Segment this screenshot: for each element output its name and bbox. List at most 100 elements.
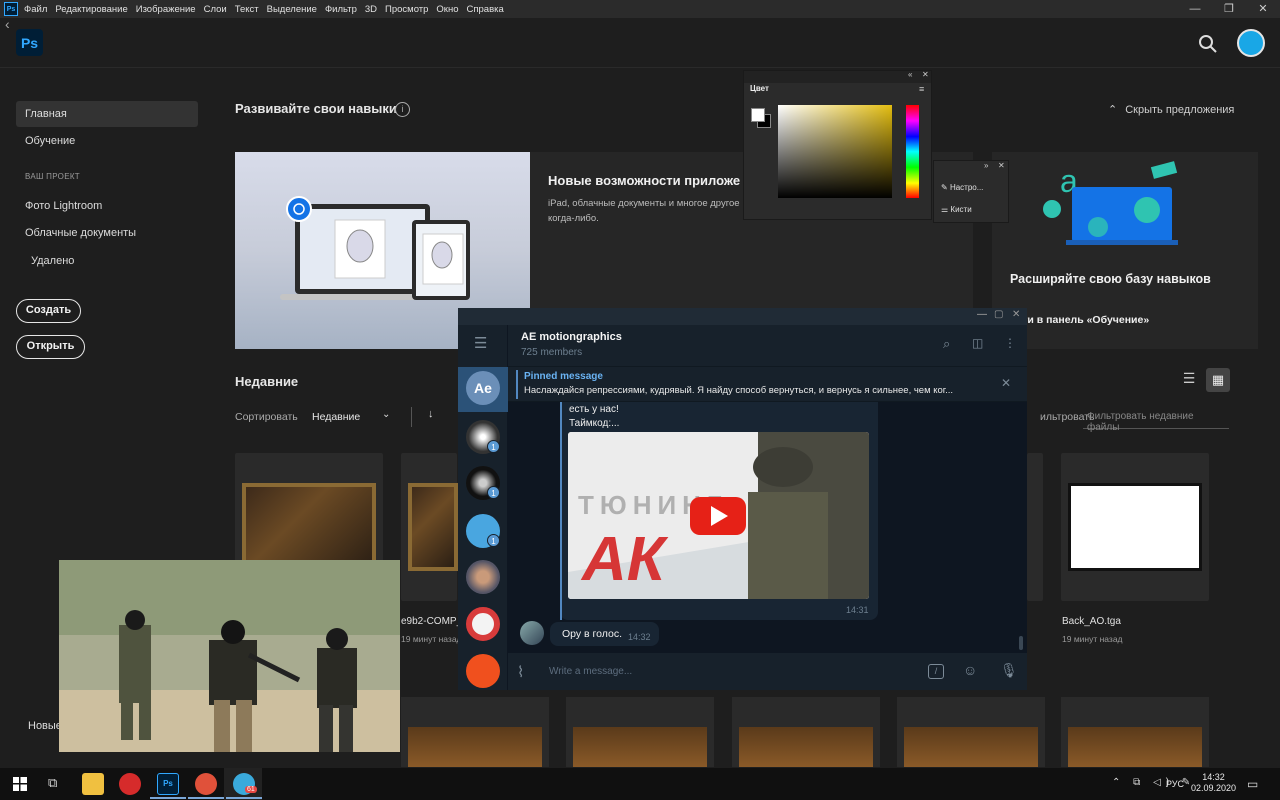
info-icon[interactable]: i (395, 102, 410, 117)
hue-slider[interactable] (906, 105, 919, 198)
search-icon[interactable]: ⌕ (943, 336, 950, 352)
unread-badge: 1 (487, 440, 500, 453)
opera-icon[interactable] (119, 773, 141, 795)
close-button[interactable]: ✕ (1246, 0, 1280, 18)
nav-lightroom-photos[interactable]: Фото Lightroom (16, 193, 198, 219)
learn-card-link[interactable]: ейти в панель «Обучение» (1010, 314, 1149, 326)
file-time: 19 минут назад (1062, 634, 1123, 644)
nav-cloud-docs[interactable]: Облачные документы (16, 220, 198, 246)
chat-scrollbar[interactable] (1019, 636, 1023, 650)
menu-3d[interactable]: 3D (365, 4, 377, 15)
sender-avatar[interactable] (520, 621, 544, 645)
divider (411, 407, 412, 427)
user-avatar[interactable] (1237, 29, 1265, 57)
minimize-button[interactable]: — (977, 309, 987, 320)
windows-logo (13, 777, 27, 791)
maximize-button[interactable]: ❐ (1212, 0, 1246, 18)
attach-icon[interactable]: ⌇ (517, 663, 524, 681)
recent-file-thumb[interactable] (1061, 697, 1209, 767)
language-indicator[interactable]: РУС (1166, 779, 1184, 789)
create-button[interactable]: Создать (16, 299, 81, 323)
youtube-preview[interactable]: ТЮНИНГ АК (568, 432, 869, 599)
minimize-button[interactable]: — (1178, 0, 1212, 18)
windows-start-icon[interactable] (13, 777, 27, 791)
close-icon[interactable]: ✕ (998, 161, 1005, 170)
foreground-color-swatch[interactable] (751, 108, 765, 122)
file-explorer-icon[interactable] (82, 773, 104, 795)
message-time: 14:31 (846, 605, 869, 615)
recent-file-thumb[interactable] (732, 697, 880, 767)
chat-avatar[interactable] (466, 607, 500, 641)
open-button[interactable]: Открыть (16, 335, 85, 359)
app-icon[interactable] (195, 773, 217, 795)
recent-file-thumb[interactable] (1027, 453, 1043, 601)
nav-deleted[interactable]: Удалено (16, 248, 198, 274)
new-features-desc: iPad, облачные документы и многое другое… (548, 198, 740, 224)
color-tab[interactable]: Цвет (750, 84, 769, 93)
color-picker-field[interactable] (778, 105, 892, 198)
hamburger-icon[interactable]: ☰ (474, 334, 487, 352)
emoji-icon[interactable]: ☺ (963, 662, 977, 678)
filter-input[interactable]: Фильтровать недавние файлы (1083, 405, 1229, 433)
sidebar-toggle-icon[interactable]: ◫ (972, 336, 983, 350)
close-icon[interactable]: ✕ (922, 70, 929, 79)
nav-home[interactable]: Главная (16, 101, 198, 127)
panel-menu-icon[interactable]: ≡ (919, 84, 924, 94)
unread-badge: 1 (487, 534, 500, 547)
clock[interactable]: 14:32 02.09.2020 (1191, 772, 1236, 794)
expand-icon[interactable]: » (984, 161, 988, 170)
grid-view-icon[interactable]: ▦ (1206, 368, 1230, 392)
chat-avatar[interactable] (466, 654, 500, 688)
new-features-title: Новые возможности приложе (548, 173, 741, 188)
message-input[interactable]: Write a message... (549, 666, 632, 677)
menu-file[interactable]: Файл (24, 4, 47, 15)
menu-select[interactable]: Выделение (267, 4, 317, 15)
chat-avatar[interactable]: Ae (466, 371, 500, 405)
running-indicator (188, 797, 224, 799)
photoshop-taskbar-icon[interactable]: Ps (157, 773, 179, 795)
brush-settings-item[interactable]: ✎ Настро... (941, 183, 983, 192)
list-view-icon[interactable]: ☰ (1179, 370, 1199, 390)
menu-layers[interactable]: Слои (204, 4, 227, 15)
task-view-icon[interactable]: ⧉ (48, 775, 57, 791)
channel-name[interactable]: AE motiongraphics (521, 331, 622, 343)
sort-label: Сортировать (235, 411, 298, 423)
microphone-icon[interactable]: 🎙︎ (1000, 662, 1018, 679)
menu-view[interactable]: Просмотр (385, 4, 428, 15)
telegram-titlebar: — (458, 308, 1027, 325)
sort-direction-icon[interactable]: ↓ (428, 408, 434, 420)
chevron-down-icon[interactable]: ⌄ (382, 409, 390, 420)
menu-text[interactable]: Текст (235, 4, 259, 15)
hide-suggestions-link[interactable]: ⌃ Скрыть предложения (1108, 103, 1234, 116)
close-pin-icon[interactable]: ✕ (1001, 376, 1011, 390)
menu-filter[interactable]: Фильтр (325, 4, 357, 15)
search-icon[interactable] (1197, 33, 1219, 55)
menu-window[interactable]: Окно (436, 4, 458, 15)
menu-help[interactable]: Справка (467, 4, 504, 15)
recent-file-thumb[interactable] (401, 453, 458, 601)
video-thumbnail: ТЮНИНГ АК (568, 432, 869, 599)
notifications-icon[interactable]: ▭ (1247, 777, 1258, 791)
message-text: Ору в голос. (562, 628, 623, 640)
picture-in-picture-video[interactable] (59, 560, 400, 752)
recent-file-thumb[interactable] (1061, 453, 1209, 601)
nav-learn[interactable]: Обучение (16, 128, 198, 154)
file-name: e9b2-COMP_ (401, 616, 463, 627)
collapse-icon[interactable]: « (908, 70, 912, 79)
more-icon[interactable]: ⋮ (1004, 336, 1016, 350)
chevron-up-icon: ⌃ (1108, 104, 1118, 116)
recent-file-thumb[interactable] (897, 697, 1045, 767)
menu-edit[interactable]: Редактирование (55, 4, 127, 15)
recent-file-thumb[interactable] (566, 697, 714, 767)
close-button[interactable]: ✕ (1012, 309, 1020, 320)
back-icon[interactable]: ‹ (5, 16, 10, 32)
brushes-item[interactable]: ⚌ Кисти (941, 205, 972, 214)
commands-icon[interactable]: / (928, 664, 944, 679)
menu-image[interactable]: Изображение (136, 4, 196, 15)
sort-dropdown[interactable]: Недавние (312, 411, 360, 423)
recent-file-thumb[interactable] (401, 697, 549, 767)
section-your-project: ВАШ ПРОЕКТ (25, 172, 80, 181)
maximize-button[interactable]: ▢ (994, 309, 1003, 320)
chat-avatar[interactable] (466, 560, 500, 594)
active-app-highlight (224, 768, 262, 800)
